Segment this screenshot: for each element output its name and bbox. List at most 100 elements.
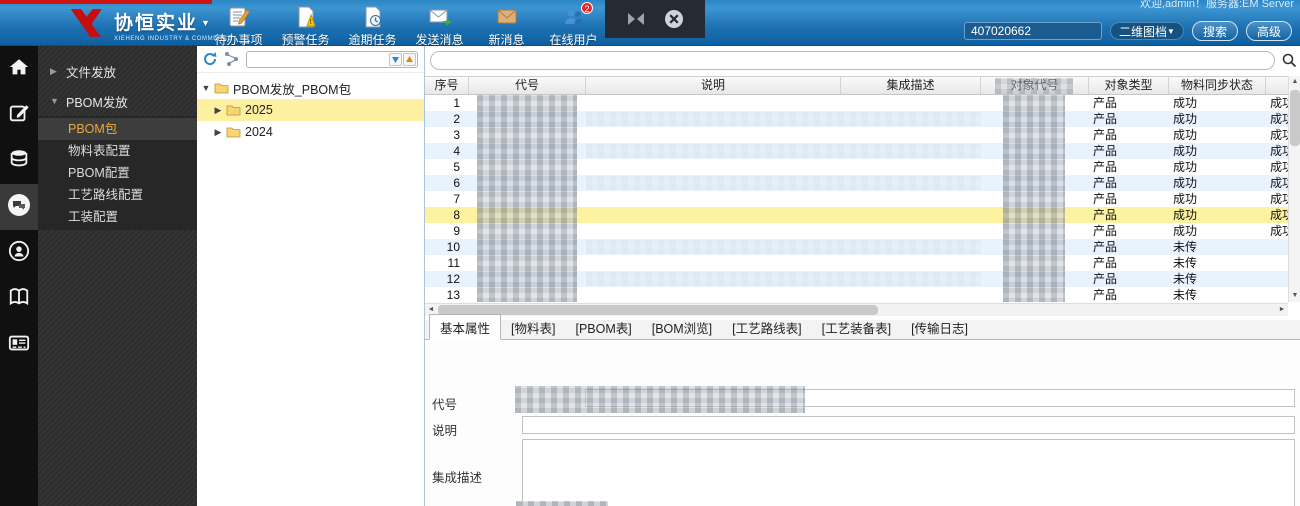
rail-item-id-card[interactable]	[0, 322, 38, 368]
column-header-序号[interactable]: 序号	[425, 77, 469, 94]
find-next-button[interactable]	[389, 52, 402, 66]
column-header-集成描述[interactable]: 集成描述	[841, 77, 981, 94]
cell-material-sync: 成功	[1173, 192, 1198, 206]
tab-物料表[interactable]: [物料表]	[501, 315, 565, 339]
close-icon[interactable]	[664, 9, 684, 29]
vertical-scrollbar[interactable]: ▲ ▼	[1288, 76, 1300, 302]
column-header-代号[interactable]: 代号	[469, 77, 586, 94]
table-row[interactable]: 12 产品 未传	[425, 271, 1288, 287]
table-row[interactable]: 8 产品 成功 成功	[425, 207, 1288, 223]
cell-object-code	[981, 191, 1089, 207]
scroll-down-icon[interactable]: ▼	[1289, 290, 1300, 302]
cell-object-type: 产品	[1093, 208, 1118, 222]
cell-object-type: 产品	[1093, 112, 1118, 126]
collapse-icon[interactable]	[626, 9, 646, 29]
toolbar-item-发送消息[interactable]: 发送消息	[406, 3, 473, 48]
scroll-up-icon[interactable]: ▲	[1289, 76, 1300, 88]
rail-item-chat[interactable]	[0, 184, 38, 230]
menu-group-文件发放[interactable]: ▶ 文件发放	[38, 56, 197, 86]
tab-工艺路线表[interactable]: [工艺路线表]	[722, 315, 811, 339]
cell-desc	[586, 143, 841, 159]
tab-传输日志[interactable]: [传输日志]	[901, 315, 978, 339]
rail-item-database[interactable]	[0, 138, 38, 184]
tree-node-2025[interactable]: ▶ 2025	[197, 99, 424, 121]
tab-PBOM表[interactable]: [PBOM表]	[565, 315, 641, 339]
table-row[interactable]: 11 产品 未传	[425, 255, 1288, 271]
menu-item-PBOM包[interactable]: PBOM包	[38, 118, 197, 140]
menu-group-PBOM发放[interactable]: ▼ PBOM发放	[38, 86, 197, 116]
cell-desc	[586, 239, 841, 255]
tree-caret-collapsed-icon[interactable]: ▶	[213, 127, 223, 138]
rail-item-home[interactable]	[0, 46, 38, 92]
cell-desc	[586, 175, 841, 191]
tree-caret-expanded-icon[interactable]: ▼	[201, 83, 211, 93]
cell-object-code-redacted	[1003, 255, 1065, 271]
cell-bom-sync	[1266, 271, 1288, 287]
refresh-icon[interactable]	[202, 51, 218, 67]
structure-icon[interactable]	[224, 51, 240, 67]
menu-item-工装配置[interactable]: 工装配置	[38, 206, 197, 228]
integration-textarea[interactable]	[522, 439, 1295, 506]
column-header-说明[interactable]: 说明	[586, 77, 841, 94]
desc-field[interactable]	[522, 416, 1295, 434]
column-header-对象类型[interactable]: 对象类型	[1089, 77, 1169, 94]
tree-filter-input[interactable]	[249, 51, 389, 67]
header-search-input[interactable]	[963, 22, 1102, 40]
tab-BOM浏览[interactable]: [BOM浏览]	[642, 315, 722, 339]
table-row[interactable]: 4 产品 成功 成功	[425, 143, 1288, 159]
scroll-right-icon[interactable]: ►	[1276, 304, 1288, 316]
table-row[interactable]: 1 产品 成功 成功	[425, 95, 1288, 111]
horizontal-scroll-thumb[interactable]	[438, 305, 878, 315]
menu-item-工艺路线配置[interactable]: 工艺路线配置	[38, 184, 197, 206]
cell-object-code	[981, 95, 1089, 111]
toolbar-item-待办事项[interactable]: 待办事项	[205, 3, 272, 48]
advanced-button[interactable]: 高级	[1245, 21, 1292, 41]
cell-material-sync: 成功	[1173, 144, 1198, 158]
toolbar-item-在线用户[interactable]: 在线用户 2	[540, 2, 607, 48]
menu-item-PBOM配置[interactable]: PBOM配置	[38, 162, 197, 184]
tree-node-root[interactable]: ▼ PBOM发放_PBOM包	[197, 77, 424, 99]
search-icon[interactable]	[1282, 53, 1297, 73]
cell-material-sync: 未传	[1173, 272, 1198, 286]
brand-x-icon	[70, 9, 102, 37]
tree-caret-collapsed-icon[interactable]: ▶	[213, 105, 223, 116]
table-row[interactable]: 10 产品 未传	[425, 239, 1288, 255]
table-row[interactable]: 6 产品 成功 成功	[425, 175, 1288, 191]
column-header-对象代号[interactable]: 对象代号	[981, 77, 1089, 94]
tab-工艺装备表[interactable]: [工艺装备表]	[812, 315, 901, 339]
column-header-hidden[interactable]	[1266, 77, 1288, 94]
cell-object-code	[981, 175, 1089, 191]
tree-node-2024[interactable]: ▶ 2024	[197, 121, 424, 143]
online-users-icon	[540, 5, 607, 29]
table-row[interactable]: 2 产品 成功 成功	[425, 111, 1288, 127]
search-button[interactable]: 搜索	[1191, 21, 1238, 41]
table-row[interactable]: 9 产品 成功 成功	[425, 223, 1288, 239]
cell-object-type: 产品	[1093, 256, 1118, 270]
menu-item-物料表配置[interactable]: 物料表配置	[38, 140, 197, 162]
cell-code-redacted	[477, 175, 577, 191]
cell-code-redacted	[477, 207, 577, 223]
detail-tabs: 基本属性 [物料表] [PBOM表] [BOM浏览] [工艺路线表] [工艺装备表] [传输…	[425, 314, 1300, 340]
overdue-task-icon	[339, 5, 406, 29]
cell-object-code-redacted	[1003, 271, 1065, 287]
chevron-down-icon: ▼	[1167, 26, 1175, 36]
vertical-scroll-thumb[interactable]	[1290, 90, 1300, 146]
table-row[interactable]: 13 产品 未传	[425, 287, 1288, 302]
toolbar-item-预警任务[interactable]: ! 预警任务	[272, 3, 339, 48]
toolbar-item-新消息[interactable]: 新消息	[473, 3, 540, 48]
search-category-dropdown[interactable]: 二维图档 ▼	[1109, 22, 1184, 40]
toolbar-item-逾期任务[interactable]: 逾期任务	[339, 3, 406, 48]
tab-基本属性[interactable]: 基本属性	[429, 314, 502, 340]
rail-item-edit[interactable]	[0, 92, 38, 138]
table-row[interactable]: 5 产品 成功 成功	[425, 159, 1288, 175]
rail-item-book[interactable]	[0, 276, 38, 322]
cell-code-redacted	[477, 111, 577, 127]
table-row[interactable]: 7 产品 成功 成功	[425, 191, 1288, 207]
find-prev-button[interactable]	[403, 52, 416, 66]
table-row[interactable]: 3 产品 成功 成功	[425, 127, 1288, 143]
brand-red-strip	[0, 0, 212, 4]
table-filter-input[interactable]	[430, 51, 1275, 70]
rail-item-support[interactable]	[0, 230, 38, 276]
column-header-物料同步状态[interactable]: 物料同步状态	[1169, 77, 1266, 94]
cell-bom-sync: 成功	[1270, 224, 1288, 238]
